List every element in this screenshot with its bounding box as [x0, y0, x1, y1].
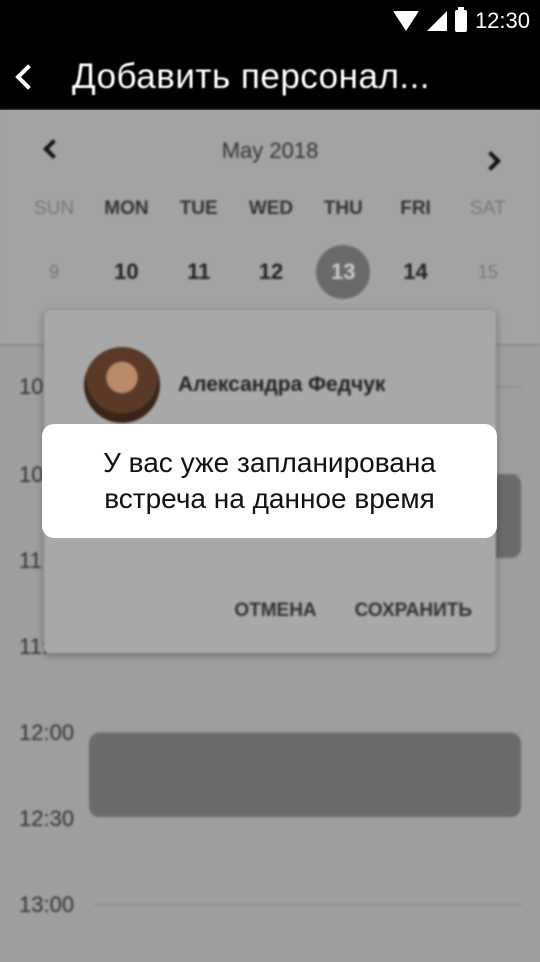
cancel-button[interactable]: ОТМЕНА [234, 600, 316, 622]
weekday-label: WED [248, 198, 294, 219]
status-icons: 12:30 [392, 7, 530, 34]
weekday-label: MON [104, 198, 149, 219]
person-name: Александра Федчук [178, 373, 386, 396]
save-button[interactable]: СОХРАНИТЬ [355, 600, 472, 622]
day-cell[interactable]: 9 [18, 244, 90, 300]
status-time: 12:30 [474, 8, 530, 33]
day-cell[interactable]: 10 [90, 244, 162, 300]
selected-day-label: 13 [316, 245, 371, 299]
toast-line: встреча на данное время [104, 483, 435, 514]
avatar [84, 347, 160, 423]
weekday-label: SUN [34, 198, 75, 219]
toast-message: У вас уже запланирована встреча на данно… [103, 445, 436, 517]
page-title: Добавить персонал... [72, 57, 431, 96]
conflict-toast: У вас уже запланирована встреча на данно… [42, 424, 497, 538]
signal-icon [426, 11, 447, 31]
app-bar: Добавить персонал... [0, 44, 540, 110]
time-label: 11 [19, 548, 42, 573]
event-block[interactable] [89, 733, 521, 817]
back-button[interactable] [0, 44, 80, 110]
weekday-row: SUN MON TUE WED THU FRI SAT [18, 198, 524, 220]
day-cell[interactable]: 15 [452, 244, 524, 300]
day-cell[interactable]: 14 [379, 244, 451, 300]
time-label: 10 [19, 462, 44, 487]
time-divider [94, 904, 522, 905]
month-label: May 2018 [221, 138, 319, 163]
chevron-left-icon [15, 64, 41, 90]
weekday-label: SAT [470, 198, 506, 219]
month-row: May 2018 [0, 110, 540, 190]
time-label: 10 [19, 374, 44, 399]
status-bar: 12:30 [0, 0, 540, 44]
time-label: 13:00 [19, 892, 75, 917]
time-label: 12:30 [19, 806, 75, 831]
wifi-icon [392, 11, 419, 31]
weekday-label: FRI [400, 198, 431, 219]
weekday-label: TUE [179, 198, 218, 219]
day-cell[interactable]: 12 [235, 244, 307, 300]
weekday-label: THU [323, 198, 363, 219]
battery-icon [454, 7, 467, 32]
day-row: 9 10 11 12 13 14 15 [18, 244, 524, 300]
toast-line: У вас уже запланирована [103, 447, 436, 478]
day-cell[interactable]: 11 [163, 244, 235, 300]
day-cell-selected[interactable]: 13 [307, 244, 379, 300]
time-label: 12:00 [19, 720, 75, 745]
dialog-actions: ОТМЕНА СОХРАНИТЬ [234, 600, 472, 622]
